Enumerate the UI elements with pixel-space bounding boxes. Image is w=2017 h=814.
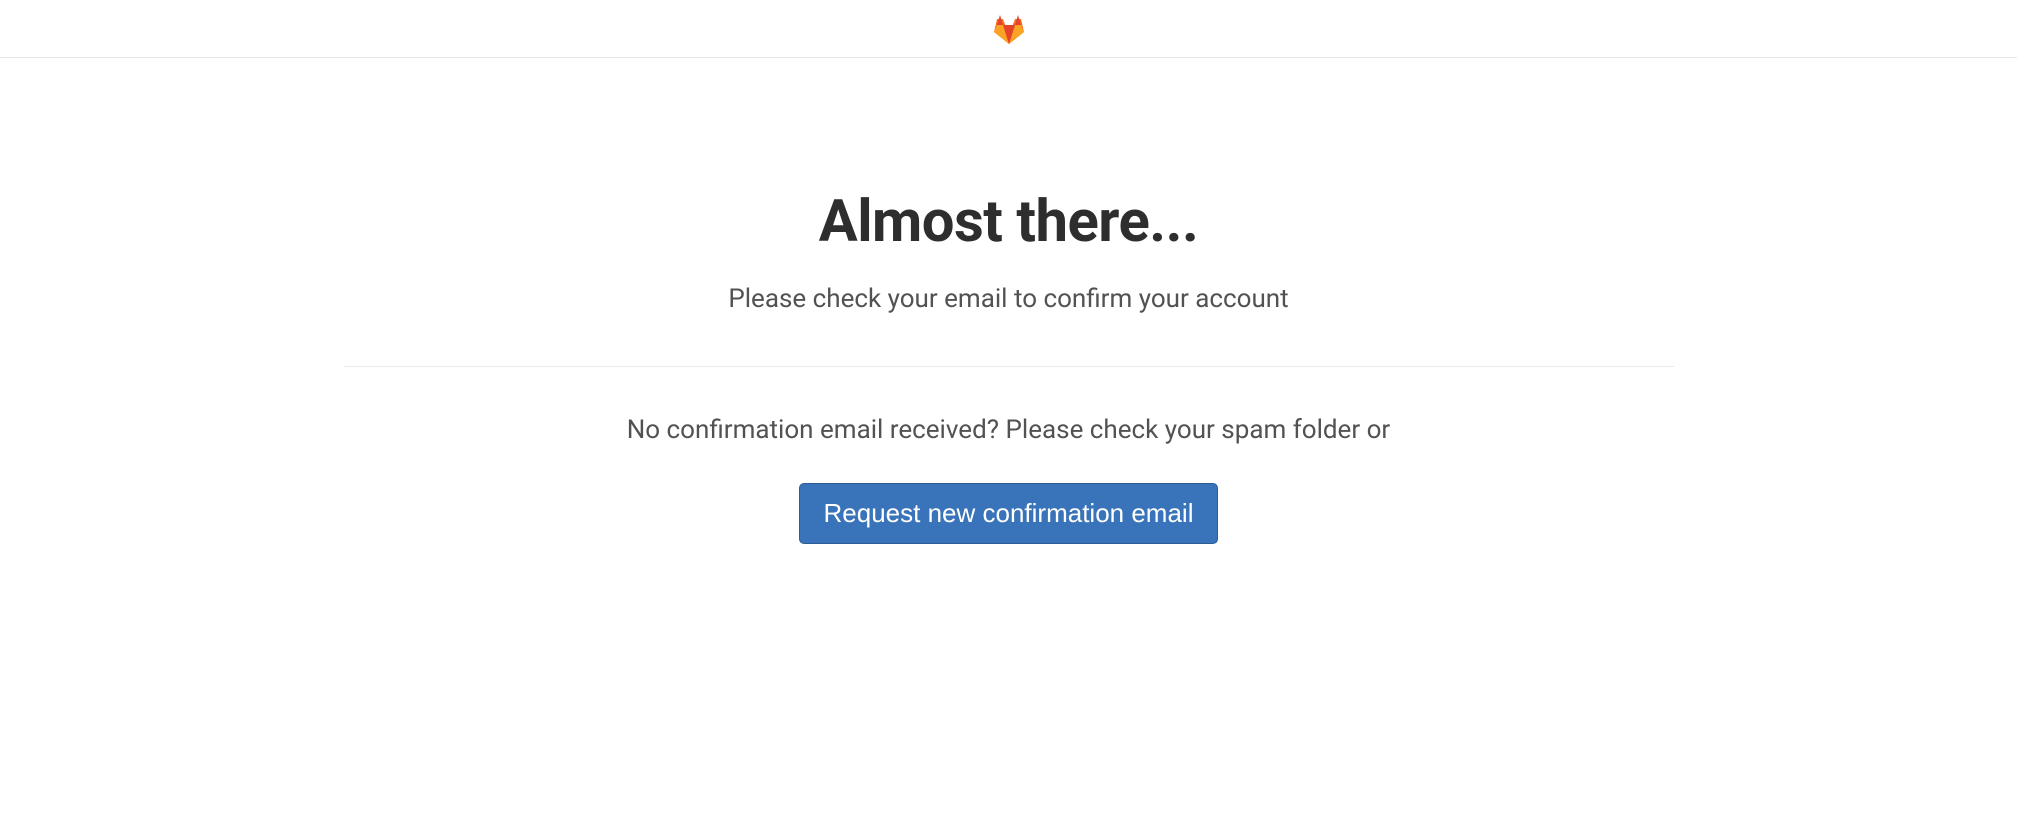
page-header xyxy=(0,0,2017,58)
section-divider xyxy=(344,366,1674,367)
main-content: Almost there... Please check your email … xyxy=(284,188,1734,544)
gitlab-logo-icon[interactable] xyxy=(991,11,1027,47)
help-text: No confirmation email received? Please c… xyxy=(344,415,1674,445)
page-title: Almost there... xyxy=(344,188,1674,256)
page-subtitle: Please check your email to confirm your … xyxy=(344,284,1674,314)
request-confirmation-button[interactable]: Request new confirmation email xyxy=(799,483,1219,544)
gitlab-tanuki-icon xyxy=(991,11,1027,47)
